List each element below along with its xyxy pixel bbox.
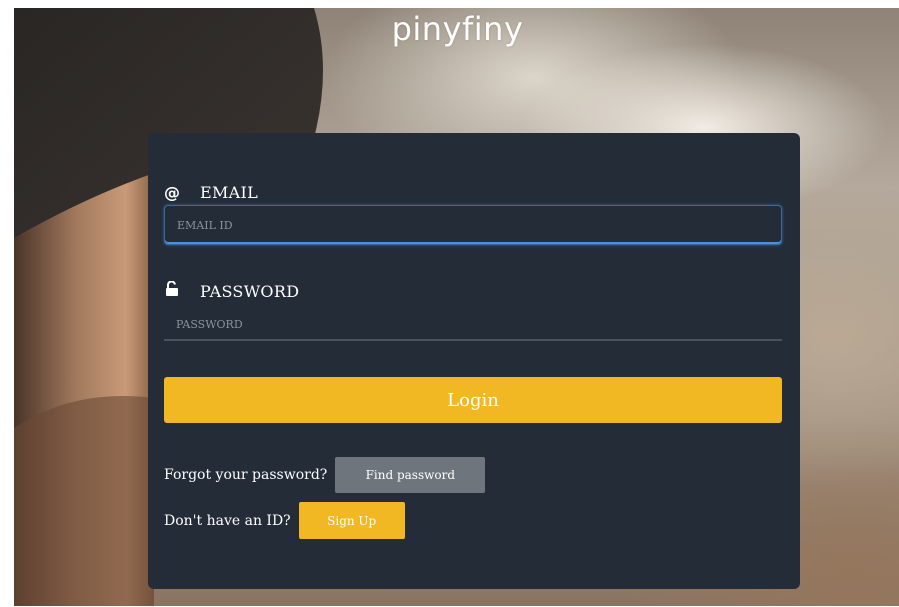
password-label-text: PASSWORD	[200, 281, 300, 301]
brand-logo: pinyfiny	[391, 10, 524, 48]
email-label: @ EMAIL	[164, 183, 258, 202]
forgot-password-row: Forgot your password? Find password	[164, 457, 486, 493]
at-sign-icon: @	[164, 183, 180, 202]
unlock-icon	[164, 280, 190, 301]
find-password-button[interactable]: Find password	[335, 457, 486, 493]
forgot-password-prompt: Forgot your password?	[164, 467, 328, 483]
email-label-text: EMAIL	[200, 183, 259, 202]
password-input[interactable]	[164, 309, 782, 341]
signup-prompt: Don't have an ID?	[164, 512, 291, 529]
login-button[interactable]: Login	[164, 377, 782, 423]
sign-up-button[interactable]: Sign Up	[298, 502, 405, 539]
password-label: PASSWORD	[164, 280, 300, 301]
login-panel: @ EMAIL PASSWORD Login Forgot your passw…	[148, 133, 800, 589]
signup-row: Don't have an ID? Sign Up	[164, 502, 405, 539]
email-input[interactable]	[164, 205, 782, 245]
